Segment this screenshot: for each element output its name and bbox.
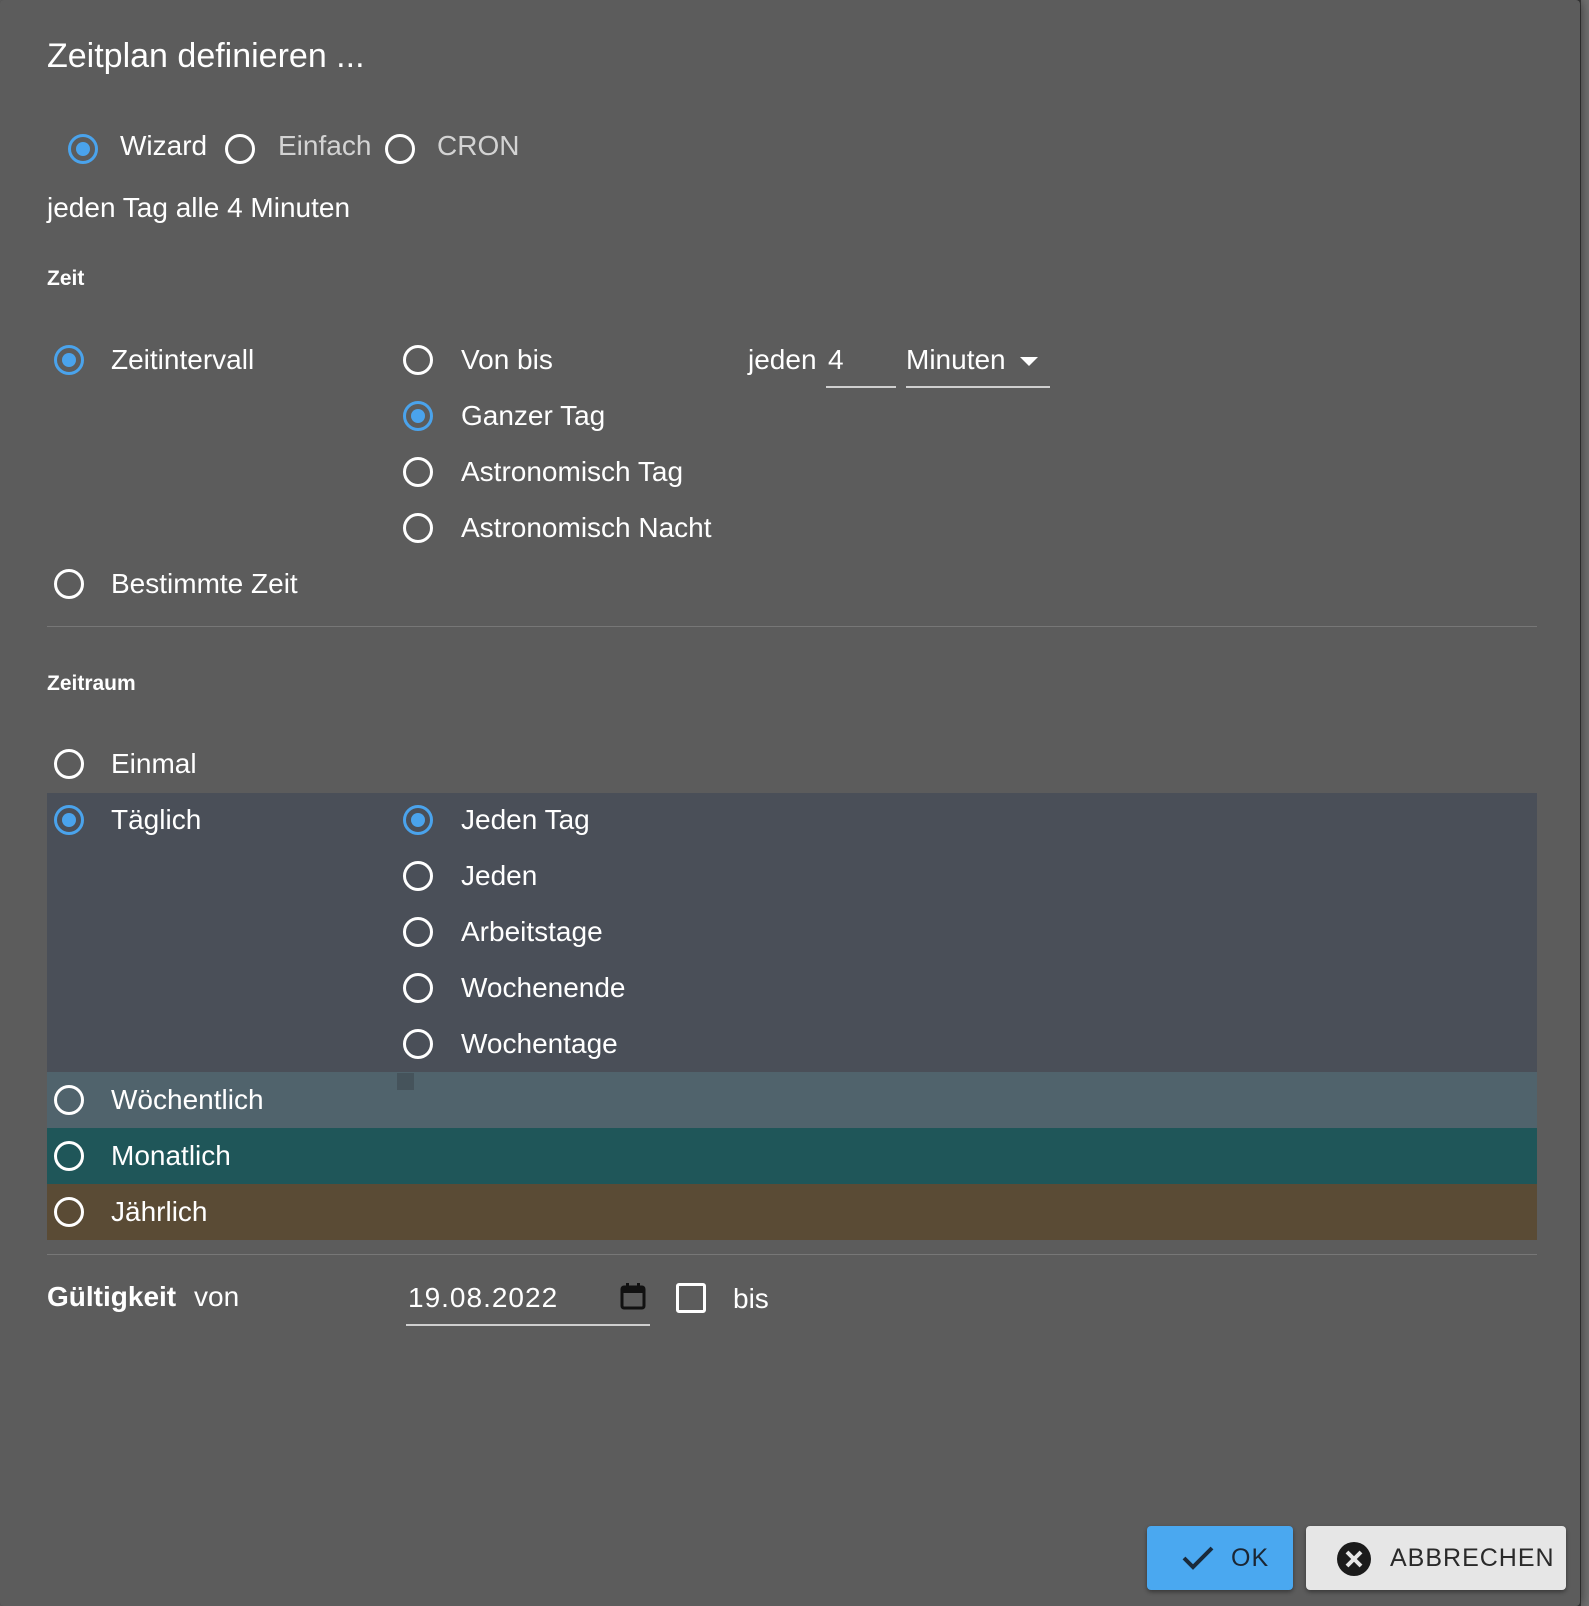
mode-wizard-label: Wizard [120, 130, 208, 161]
wochentage-radio[interactable] [403, 1029, 433, 1059]
astronomisch-tag-label: Astronomisch Tag [461, 456, 684, 487]
cancel-button-label: ABBRECHEN [1390, 1544, 1555, 1572]
interval-value-text: 4 [828, 344, 844, 375]
ganzer-tag-radio[interactable] [403, 401, 433, 431]
jeden-tag-label: Jeden Tag [461, 804, 590, 835]
zeit-heading: Zeit [47, 267, 85, 290]
mode-einfach-radio[interactable] [225, 134, 255, 164]
bestimmte-zeit-label: Bestimmte Zeit [111, 568, 298, 599]
taeglich-radio[interactable] [54, 805, 84, 835]
zeitintervall-radio[interactable] [54, 345, 84, 375]
einmal-label: Einmal [111, 748, 197, 779]
validity-heading: Gültigkeit [47, 1281, 177, 1312]
section-divider [47, 1254, 1537, 1255]
jaehrlich-radio[interactable] [54, 1197, 84, 1227]
validity-to-checkbox[interactable] [676, 1283, 706, 1313]
interval-unit-select[interactable]: Minuten [906, 340, 1050, 388]
taeglich-panel [47, 793, 1537, 1072]
woechentlich-label: Wöchentlich [111, 1084, 264, 1115]
interval-value-input[interactable]: 4 [826, 340, 896, 388]
wochenende-label: Wochenende [461, 972, 626, 1003]
validity-from-date-text: 19.08.2022 [408, 1282, 559, 1313]
woechentlich-radio[interactable] [54, 1085, 84, 1115]
mode-cron-label: CRON [437, 130, 520, 161]
ok-button[interactable]: OK [1147, 1526, 1293, 1590]
astronomisch-nacht-label: Astronomisch Nacht [461, 512, 712, 543]
jeden-label: Jeden [461, 860, 538, 891]
interval-unit-text: Minuten [906, 344, 1006, 375]
mode-wizard-radio[interactable] [68, 134, 98, 164]
jeden-radio[interactable] [403, 861, 433, 891]
taeglich-label: Täglich [111, 804, 202, 835]
monatlich-label: Monatlich [111, 1140, 231, 1171]
ok-button-label: OK [1231, 1544, 1270, 1572]
arbeitstage-label: Arbeitstage [461, 916, 603, 947]
einmal-radio[interactable] [54, 749, 84, 779]
mode-einfach-label: Einfach [278, 130, 372, 161]
background-edge-right [1581, 0, 1589, 1606]
validity-to-label: bis [733, 1283, 769, 1314]
dialog-title: Zeitplan definieren ... [47, 37, 365, 75]
section-divider [47, 626, 1537, 627]
von-bis-radio[interactable] [403, 345, 433, 375]
jaehrlich-panel [47, 1184, 1537, 1240]
woechentlich-panel [47, 1072, 1537, 1128]
ganzer-tag-label: Ganzer Tag [461, 400, 606, 431]
close-circle-icon [1337, 1542, 1371, 1576]
zeitintervall-label: Zeitintervall [111, 344, 255, 375]
jaehrlich-label: Jährlich [111, 1196, 208, 1227]
von-bis-label: Von bis [461, 344, 553, 375]
astronomisch-nacht-radio[interactable] [403, 513, 433, 543]
calendar-icon[interactable] [620, 1282, 646, 1310]
wochenende-radio[interactable] [403, 973, 433, 1003]
bestimmte-zeit-radio[interactable] [54, 569, 84, 599]
monatlich-radio[interactable] [54, 1141, 84, 1171]
resize-handle [397, 1073, 414, 1090]
jeden-tag-radio[interactable] [403, 805, 433, 835]
astronomisch-tag-radio[interactable] [403, 457, 433, 487]
monatlich-panel [47, 1128, 1537, 1184]
mode-cron-radio[interactable] [385, 134, 415, 164]
zeitraum-heading: Zeitraum [47, 672, 136, 695]
check-icon [1182, 1546, 1214, 1570]
validity-from-label: von [194, 1281, 240, 1312]
chevron-down-icon [1020, 357, 1038, 366]
interval-prefix-label: jeden [748, 344, 817, 375]
wochentage-label: Wochentage [461, 1028, 618, 1059]
cancel-button[interactable]: ABBRECHEN [1306, 1526, 1566, 1590]
validity-from-date-input[interactable]: 19.08.2022 [406, 1276, 650, 1326]
arbeitstage-radio[interactable] [403, 917, 433, 947]
schedule-summary: jeden Tag alle 4 Minuten [47, 192, 351, 223]
schedule-dialog: Zeitplan definieren ... Wizard Einfach C… [0, 0, 1580, 1606]
